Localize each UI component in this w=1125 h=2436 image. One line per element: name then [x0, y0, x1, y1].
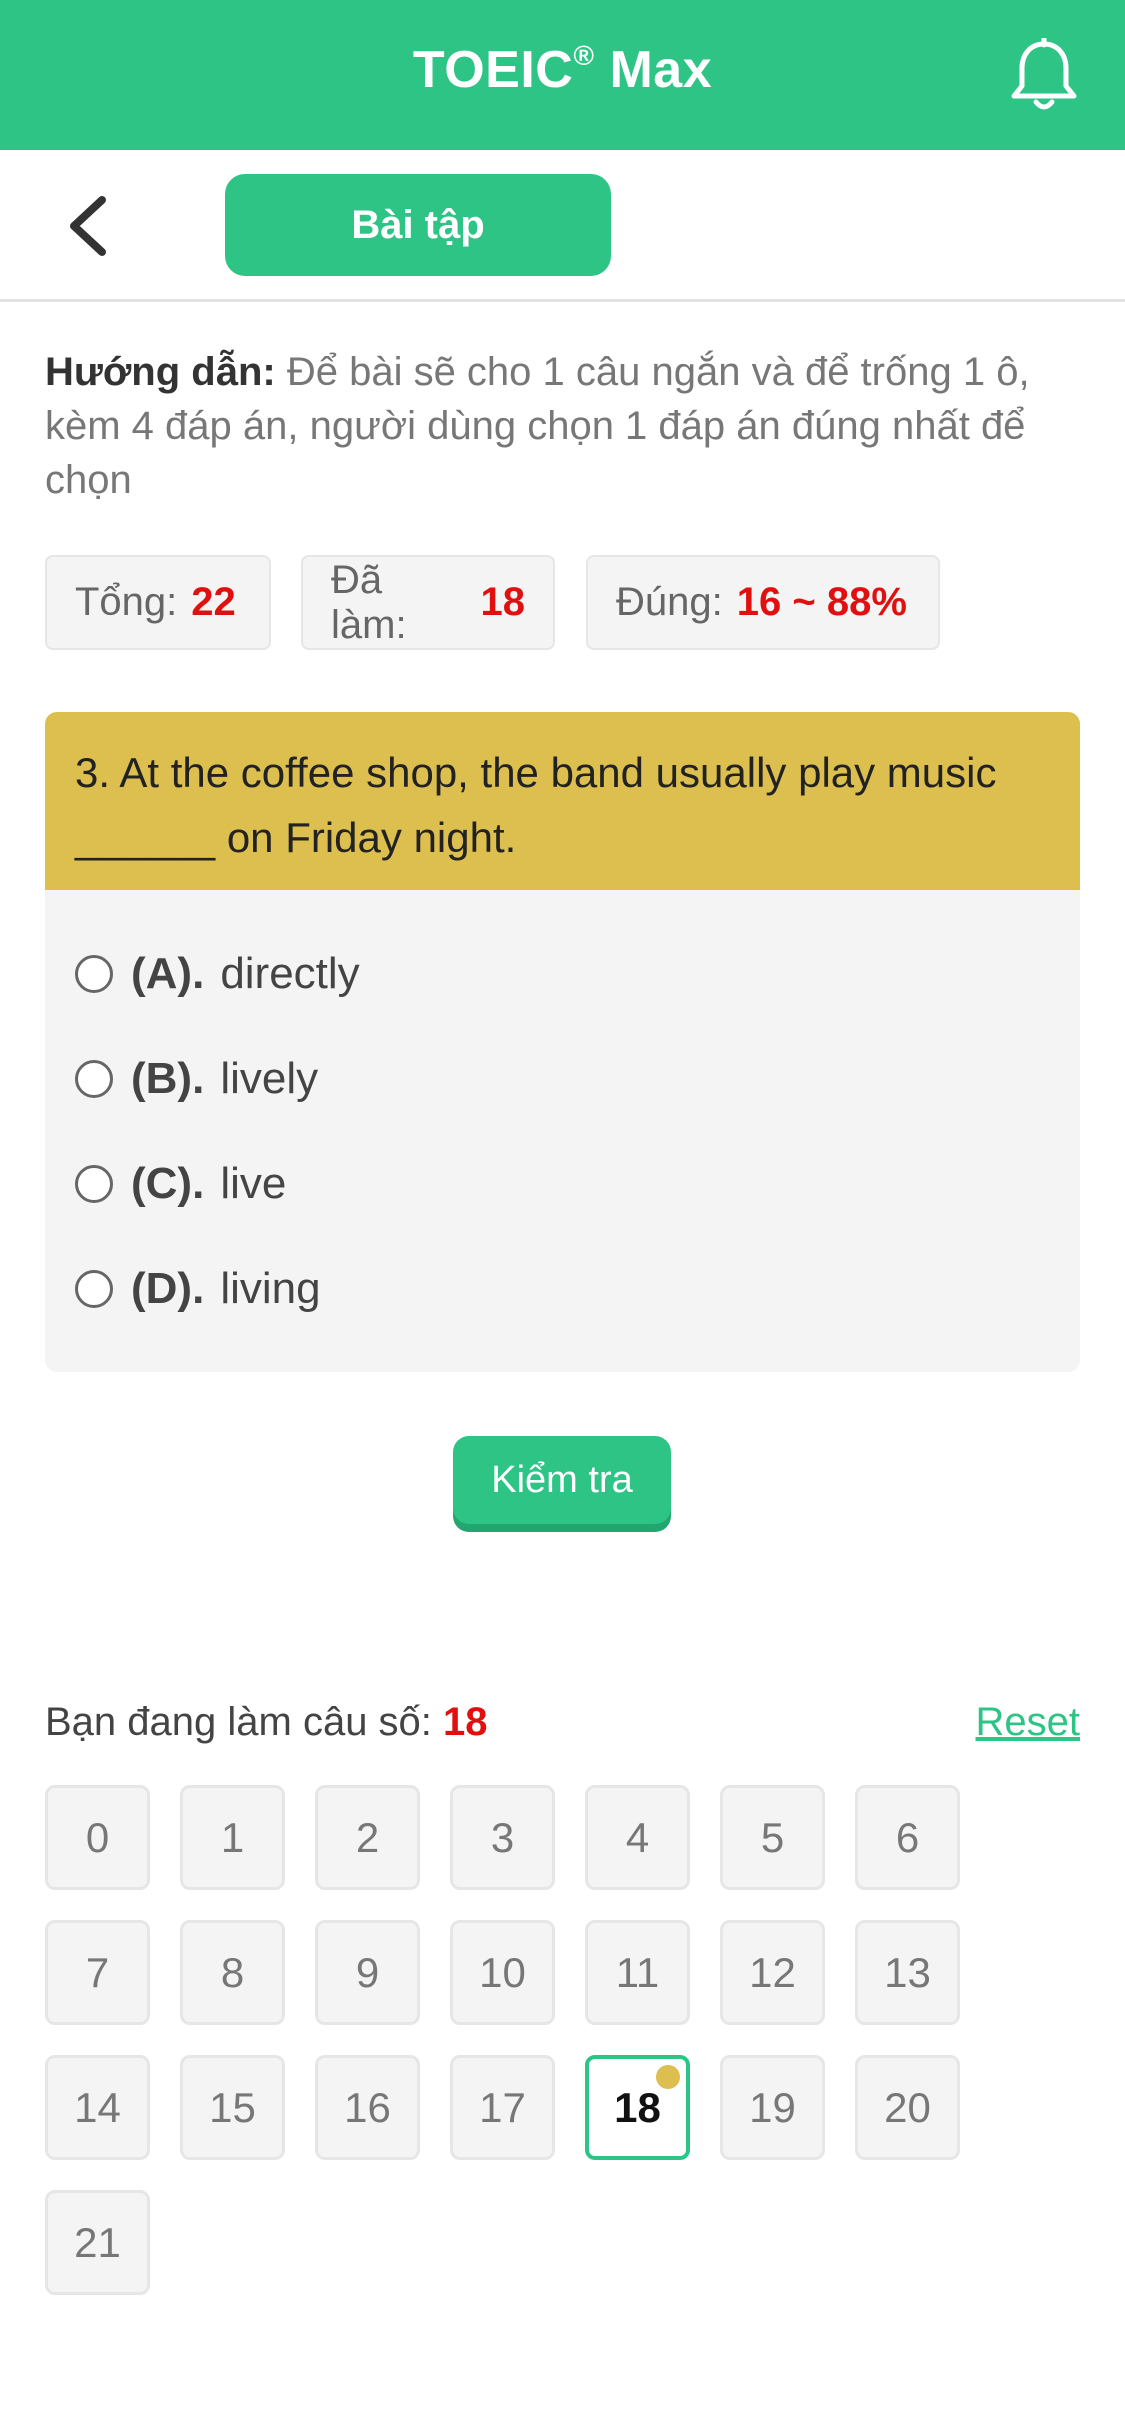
option-text: live: [220, 1159, 287, 1208]
radio-button[interactable]: [75, 1060, 113, 1098]
question-text: 3. At the coffee shop, the band usually …: [45, 712, 1080, 890]
question-cell[interactable]: 21: [45, 2190, 150, 2295]
app-title-suffix: Max: [609, 41, 713, 99]
question-cell[interactable]: 11: [585, 1920, 690, 2025]
stat-done-label: Đã làm:: [331, 557, 407, 647]
check-button[interactable]: Kiểm tra: [453, 1436, 671, 1524]
option-label: (D).: [131, 1264, 205, 1313]
question-cell[interactable]: 0: [45, 1785, 150, 1890]
option-label: (C).: [131, 1159, 205, 1208]
app-screen: TOEIC® Max Bài tập Hướng dẫn: Để bài sẽ …: [0, 0, 1125, 2436]
question-cell[interactable]: 16: [315, 2055, 420, 2160]
top-bar: TOEIC® Max: [0, 0, 1125, 150]
radio-button[interactable]: [75, 1165, 113, 1203]
app-title-text: TOEIC: [412, 41, 574, 99]
current-question: Bạn đang làm câu số: 18: [45, 1700, 488, 1745]
question-cell[interactable]: 14: [45, 2055, 150, 2160]
option-text: directly: [220, 949, 360, 998]
question-cell[interactable]: 3: [450, 1785, 555, 1890]
current-question-number: 18: [443, 1700, 488, 1744]
app-title: TOEIC® Max: [0, 40, 1125, 100]
stat-done-value: 18: [480, 580, 526, 624]
registered-mark: ®: [573, 40, 595, 71]
option-d[interactable]: (D). living: [75, 1259, 321, 1319]
instructions: Hướng dẫn: Để bài sẽ cho 1 câu ngắn và đ…: [45, 345, 1085, 507]
question-cell[interactable]: 8: [180, 1920, 285, 2025]
option-text: lively: [220, 1054, 319, 1103]
stat-total-label: Tổng:: [75, 580, 178, 624]
question-cell[interactable]: 13: [855, 1920, 960, 2025]
option-text: living: [220, 1264, 321, 1313]
question-cell[interactable]: 19: [720, 2055, 825, 2160]
stat-correct-value: 16 ~ 88%: [736, 580, 907, 624]
question-card: 3. At the coffee shop, the band usually …: [45, 712, 1080, 1372]
option-label: (B).: [131, 1054, 205, 1103]
question-cell[interactable]: 9: [315, 1920, 420, 2025]
stat-correct-label: Đúng:: [616, 580, 723, 624]
option-b[interactable]: (B). lively: [75, 1049, 318, 1109]
question-cell[interactable]: 15: [180, 2055, 285, 2160]
question-grid: 0 1 2 3 4 5 6 7 8 9 10 11 12 13 14 15 16…: [45, 1785, 1085, 2325]
question-cell[interactable]: 12: [720, 1920, 825, 2025]
stat-total-value: 22: [191, 580, 236, 624]
option-c[interactable]: (C). live: [75, 1154, 286, 1214]
question-cell[interactable]: 5: [720, 1785, 825, 1890]
question-cell[interactable]: 20: [855, 2055, 960, 2160]
radio-button[interactable]: [75, 1270, 113, 1308]
sub-navigation: Bài tập: [0, 150, 1125, 302]
option-label: (A).: [131, 949, 205, 998]
current-marker-dot: [656, 2065, 680, 2089]
stat-correct: Đúng: 16 ~ 88%: [586, 555, 940, 650]
question-cell[interactable]: 6: [855, 1785, 960, 1890]
bell-icon[interactable]: [1008, 38, 1080, 114]
question-cell[interactable]: 7: [45, 1920, 150, 2025]
option-a[interactable]: (A). directly: [75, 944, 360, 1004]
question-cell[interactable]: 4: [585, 1785, 690, 1890]
stat-done: Đã làm: 18: [301, 555, 555, 650]
chevron-left-icon[interactable]: [64, 194, 112, 258]
instructions-label: Hướng dẫn:: [45, 350, 276, 394]
stat-total: Tổng: 22: [45, 555, 271, 650]
question-cell-active[interactable]: 18: [585, 2055, 690, 2160]
question-cell-number: 18: [614, 2083, 661, 2131]
question-cell[interactable]: 2: [315, 1785, 420, 1890]
reset-link[interactable]: Reset: [976, 1700, 1081, 1745]
tab-exercise[interactable]: Bài tập: [225, 174, 611, 276]
question-cell[interactable]: 1: [180, 1785, 285, 1890]
radio-button[interactable]: [75, 955, 113, 993]
current-question-label: Bạn đang làm câu số:: [45, 1700, 432, 1744]
question-cell[interactable]: 17: [450, 2055, 555, 2160]
question-cell[interactable]: 10: [450, 1920, 555, 2025]
